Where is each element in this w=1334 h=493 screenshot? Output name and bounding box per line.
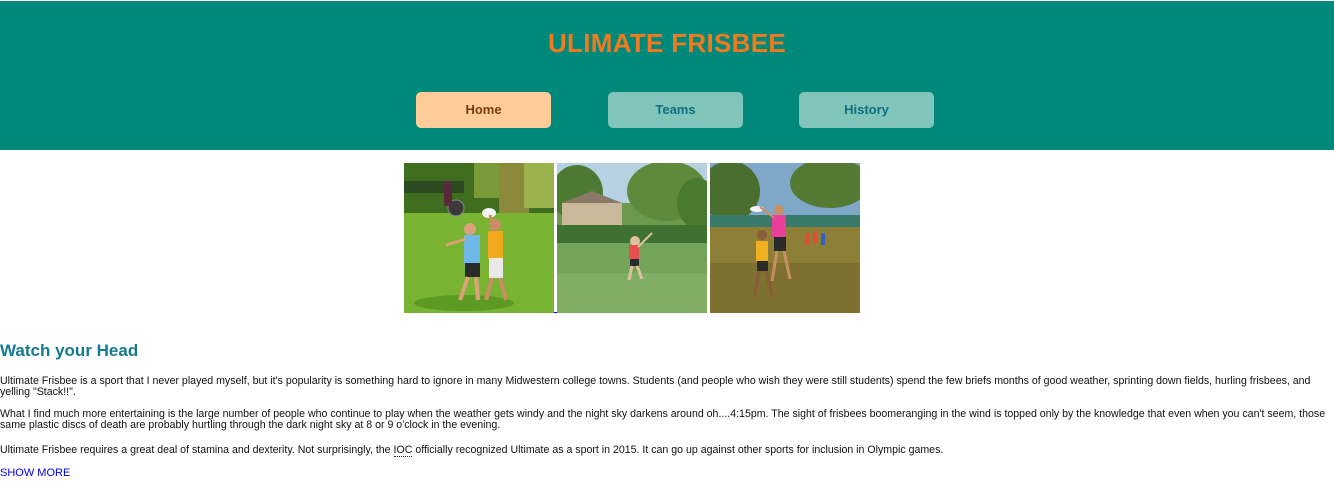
paragraph-3-text-start: Ultimate Frisbee requires a great deal o… xyxy=(0,444,394,456)
image-link-underline xyxy=(554,312,557,313)
article-paragraph-3: Ultimate Frisbee requires a great deal o… xyxy=(0,444,1334,457)
article-heading: Watch your Head xyxy=(0,341,139,360)
site-header: ULIMATE FRISBEE Home Teams History xyxy=(0,0,1334,150)
frisbee-field-photo[interactable] xyxy=(557,163,707,313)
site-title: ULIMATE FRISBEE xyxy=(547,28,787,58)
nav-history-button[interactable]: History xyxy=(799,92,934,128)
nav-teams-button[interactable]: Teams xyxy=(608,92,743,128)
nav-home-button[interactable]: Home xyxy=(416,92,551,128)
article-paragraph-1: Ultimate Frisbee is a sport that I never… xyxy=(0,375,1311,398)
paragraph-3-text-end: officially recognized Ultimate as a spor… xyxy=(412,444,944,456)
ioc-abbreviation[interactable]: IOC xyxy=(393,444,413,457)
article-paragraph-2: What I find much more entertaining is th… xyxy=(0,408,1326,431)
frisbee-jump-photo[interactable] xyxy=(710,163,860,313)
show-more-link[interactable]: SHOW MORE xyxy=(0,467,70,479)
frisbee-catch-photo[interactable] xyxy=(404,163,554,313)
